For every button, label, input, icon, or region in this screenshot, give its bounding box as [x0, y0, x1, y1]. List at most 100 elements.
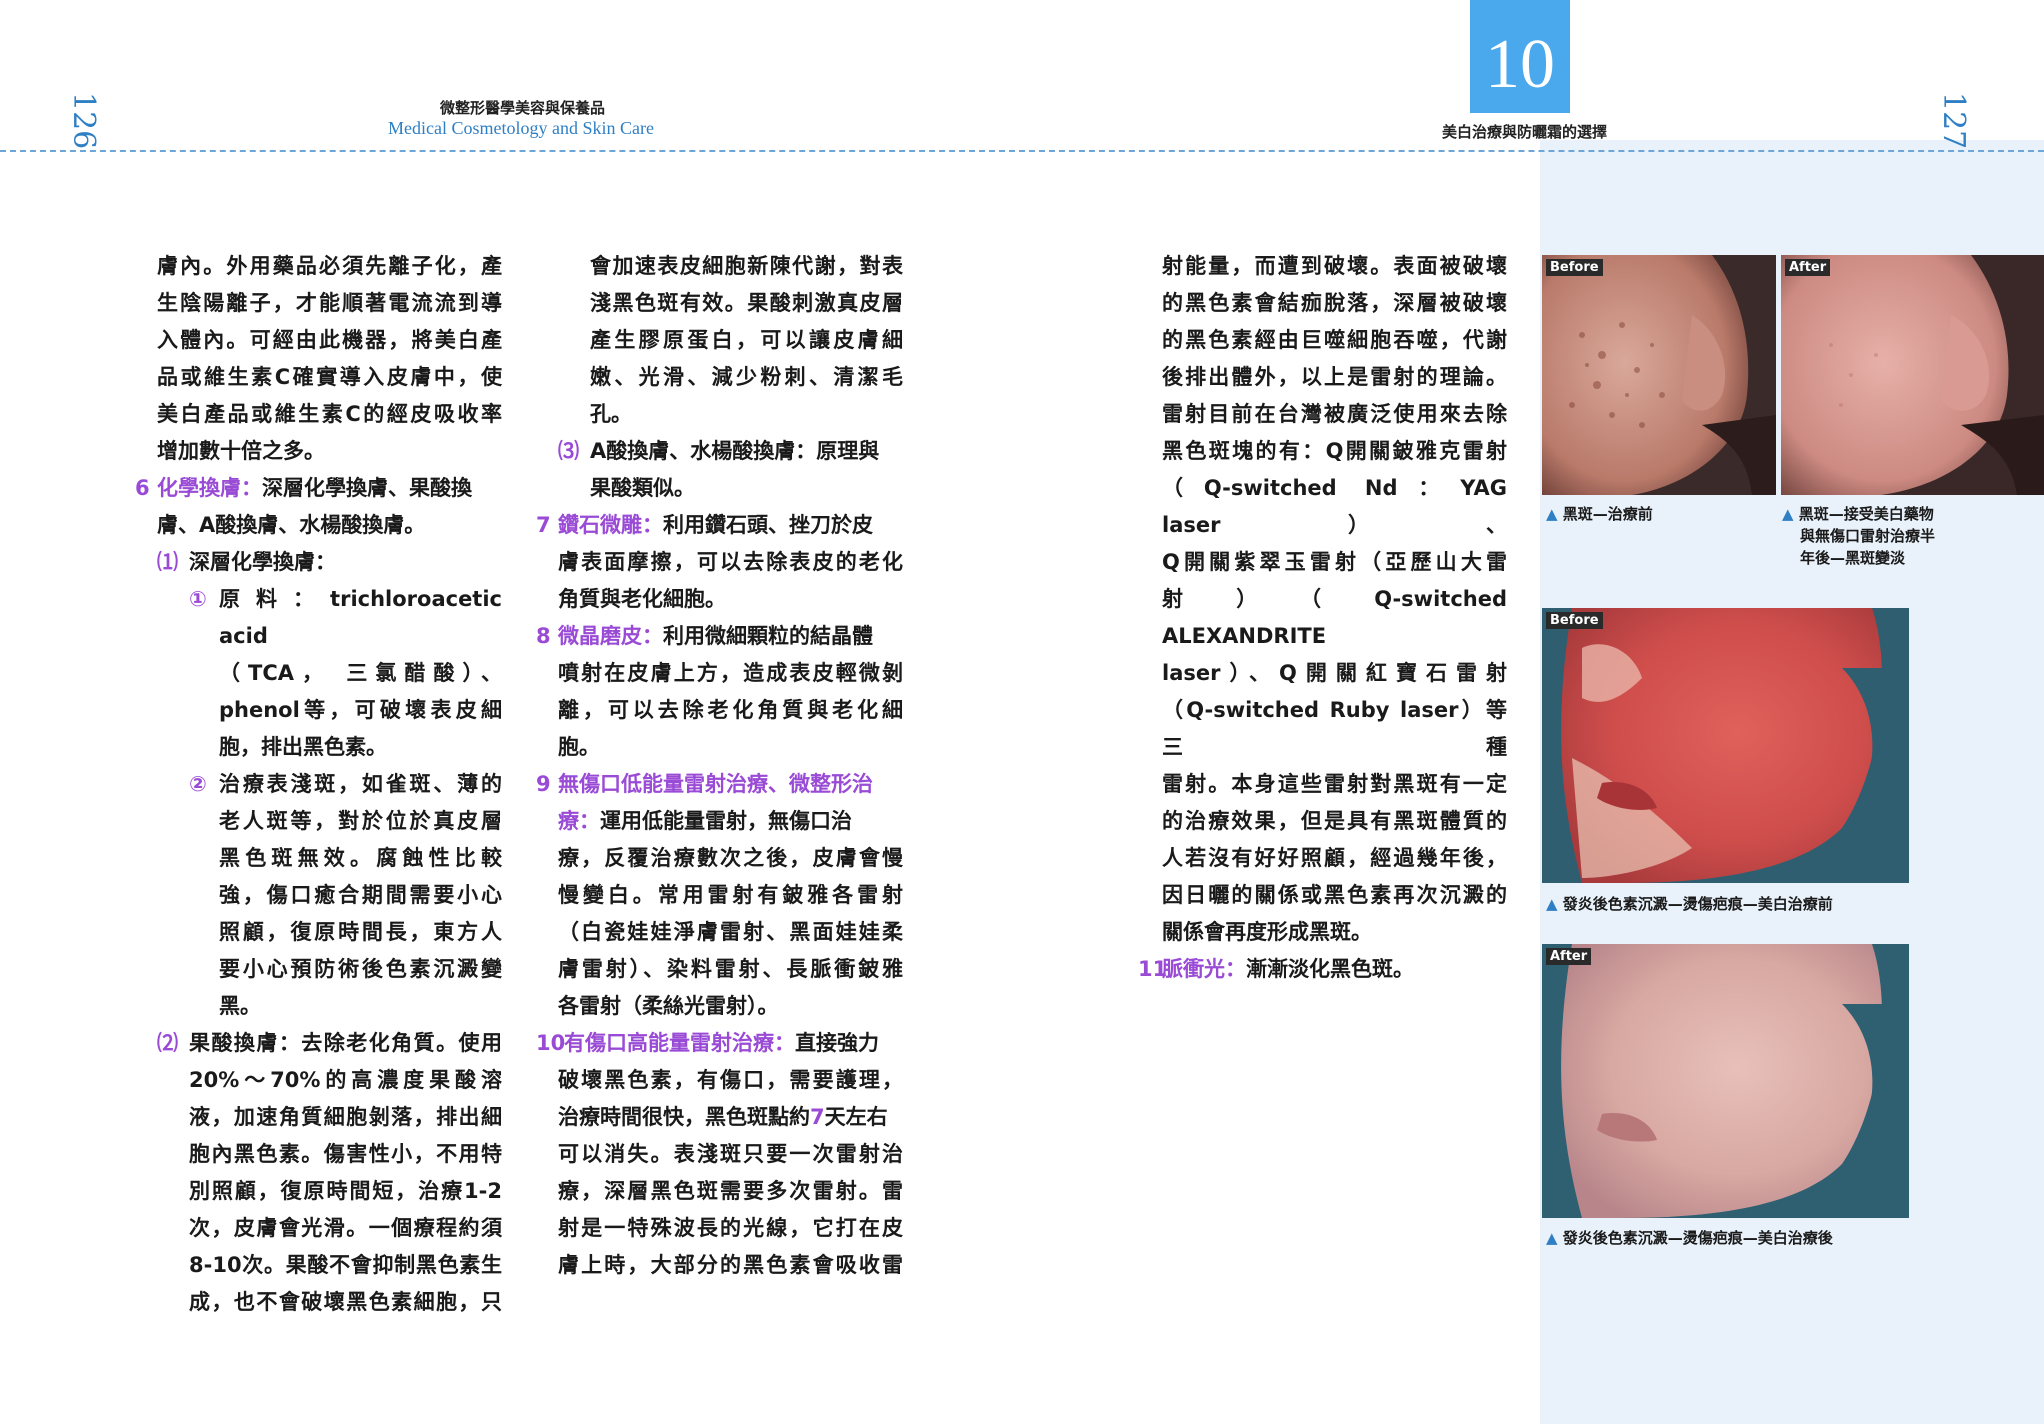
text-column-2: 會加速表皮細胞新陳代謝，對表 淺黑色斑有效。果酸刺激真皮層 產生膠原蛋白，可以讓…	[536, 248, 903, 1284]
section-text: 各雷射（柔絲光雷射）。	[558, 994, 779, 1018]
intro-line: 入體內。可經由此機器，將美白產	[157, 328, 502, 352]
text-line: Q開關紫翠玉雷射（亞歷山大雷	[1162, 550, 1507, 574]
circled-marker: ①	[189, 587, 207, 611]
text-line: （Q-switched Nd：YAG laser）、	[1162, 476, 1507, 537]
subitem-text: 果酸類似。	[590, 476, 695, 500]
text-line: 的治療效果，但是具有黑斑體質的	[1162, 809, 1507, 833]
section-text: 療，反覆治療數次之後，皮膚會慢	[558, 846, 903, 870]
text-line: 嫩、光滑、減少粉刺、清潔毛	[590, 365, 903, 389]
caption-triangle-icon: ▲	[1782, 505, 1794, 523]
text-line: laser）、Q開關紅寶石雷射	[1162, 661, 1507, 685]
text-column-3: 射能量，而遭到破壞。表面被破壞 的黑色素會結痂脫落，深層被破壞 的黑色素經由巨噬…	[1138, 248, 1507, 988]
section-number: 8	[536, 624, 551, 648]
circled-text: 強，傷口癒合期間需要小心	[219, 883, 502, 907]
subitem-marker: ⑴	[157, 550, 178, 574]
intro-line: 生陰陽離子，才能順著電流流到導	[157, 291, 502, 315]
subitem-text: 深層化學換膚：	[189, 550, 336, 574]
text-line: 雷射目前在台灣被廣泛使用來去除	[1162, 402, 1507, 426]
subitem-2: ⑵ 果酸換膚：去除老化角質。使用 20%～70%的高濃度果酸溶 液，加速角質細胞…	[157, 1025, 502, 1321]
text-line: 後排出體外，以上是雷射的理論。	[1162, 365, 1507, 389]
intro-line: 增加數十倍之多。	[157, 439, 325, 463]
section-7: 7 鑽石微雕：利用鑽石頭、挫刀於皮 膚表面摩擦，可以去除表皮的老化 角質與老化細…	[536, 507, 903, 618]
subitem-text: A酸換膚、水楊酸換膚：原理與	[590, 439, 880, 463]
section-heading: 療：	[558, 809, 600, 833]
section-text: 膚表面摩擦，可以去除表皮的老化	[558, 550, 903, 574]
face-photo-image	[1542, 944, 1909, 1218]
subitem-text: 液，加速角質細胞剝落，排出細	[189, 1105, 502, 1129]
section-text: 射是一特殊波長的光線，它打在皮	[558, 1216, 903, 1240]
face-photo-image	[1542, 608, 1909, 883]
photo-melasma-before: Before	[1542, 255, 1776, 495]
section-text: 膚、A酸換膚、水楊酸換膚。	[157, 513, 426, 537]
text-line: 的黑色素經由巨噬細胞吞噬，代謝	[1162, 328, 1507, 352]
after-tag: After	[1785, 259, 1831, 276]
text-line: （Q-switched Ruby laser）等三種	[1162, 698, 1507, 759]
section-text: 膚上時，大部分的黑色素會吸收雷	[558, 1253, 903, 1277]
circled-text: 治療表淺斑，如雀斑、薄的	[219, 772, 502, 796]
circled-item-1: ① 原料：trichloroacetic acid （TCA， 三氯醋酸）、 p…	[157, 581, 502, 766]
circled-item-2: ② 治療表淺斑，如雀斑、薄的 老人斑等，對於位於真皮層 黑色斑無效。腐蝕性比較 …	[157, 766, 502, 1025]
text-line: 人若沒有好好照顧，經過幾年後，	[1162, 846, 1507, 870]
section-text: 離，可以去除老化角質與老化細	[558, 698, 903, 722]
subitem-text: 果酸換膚：去除老化角質。使用	[189, 1031, 502, 1055]
text-line: 射能量，而遭到破壞。表面被破壞	[1162, 254, 1507, 278]
text-line: 雷射。本身這些雷射對黑斑有一定	[1162, 772, 1507, 796]
before-tag: Before	[1546, 259, 1603, 276]
intro-line: 品或維生素C確實導入皮膚中，使	[157, 365, 502, 389]
book-title-en: Medical Cosmetology and Skin Care	[388, 118, 654, 138]
text-line: 產生膠原蛋白，可以讓皮膚細	[590, 328, 903, 352]
caption-triangle-icon: ▲	[1546, 895, 1558, 913]
chapter-number-badge: 10	[1470, 0, 1570, 113]
circled-marker: ②	[189, 772, 207, 796]
text-line: 射）（Q-switched ALEXANDRITE	[1162, 587, 1507, 648]
circled-text: phenol等，可破壞表皮細	[219, 698, 502, 722]
text-column-1: 膚內。外用藥品必須先離子化，產 生陰陽離子，才能順著電流流到導 入體內。可經由此…	[135, 248, 502, 1321]
section-number: 6	[135, 476, 150, 500]
section-text: 深層化學換膚、果酸換	[262, 476, 472, 500]
text-line: 會加速表皮細胞新陳代謝，對表	[590, 254, 903, 278]
caption-scar-after: ▲ 發炎後色素沉澱—燙傷疤痕—美白治療後	[1546, 1227, 1833, 1249]
photo-scar-after: After	[1542, 944, 1909, 1218]
section-heading: 脈衝光：	[1162, 957, 1246, 981]
section-text: 治療時間很快，黑色斑點約	[558, 1105, 810, 1129]
intro-line: 美白產品或維生素C的經皮吸收率	[157, 402, 502, 426]
section-heading: 無傷口低能量雷射治療、微整形治	[558, 772, 873, 796]
photo-melasma-after: After	[1781, 255, 2044, 495]
section-text: 可以消失。表淺斑只要一次雷射治	[558, 1142, 903, 1166]
text-line: 黑色斑塊的有：Q開關鈹雅克雷射	[1162, 439, 1507, 463]
caption-melasma-before: ▲ 黑斑—治療前	[1546, 503, 1653, 525]
circled-text: 照顧，復原時間長，東方人	[219, 920, 502, 944]
section-9: 9 無傷口低能量雷射治療、微整形治 療：運用低能量雷射，無傷口治 療，反覆治療數…	[536, 766, 903, 1025]
section-8: 8 微晶磨皮：利用微細顆粒的結晶體 噴射在皮膚上方，造成表皮輕微剝 離，可以去除…	[536, 618, 903, 766]
section-text: 直接強力	[795, 1031, 879, 1055]
face-photo-image	[1781, 255, 2044, 495]
left-page-number: 126	[66, 92, 101, 150]
circled-text: 原料：trichloroacetic acid	[219, 587, 502, 648]
header-divider	[0, 150, 2044, 152]
section-text: 利用鑽石頭、挫刀於皮	[663, 513, 873, 537]
section-number: 10	[536, 1031, 566, 1055]
section-text: 慢變白。常用雷射有鈹雅各雷射	[558, 883, 903, 907]
section-heading: 有傷口高能量雷射治療：	[564, 1031, 795, 1055]
circled-text: 要小心預防術後色素沉澱變	[219, 957, 502, 981]
section-text: 運用低能量雷射，無傷口治	[600, 809, 852, 833]
section-11: 11 脈衝光：漸漸淡化黑色斑。	[1138, 951, 1507, 988]
text-line: 孔。	[590, 402, 632, 426]
highlight-number: 7	[810, 1105, 825, 1129]
section-number: 7	[536, 513, 551, 537]
subitem-text: 8-10次。果酸不會抑制黑色素生	[189, 1253, 502, 1277]
section-text: 療，深層黑色斑需要多次雷射。雷	[558, 1179, 903, 1203]
text-line: 關係會再度形成黑斑。	[1162, 920, 1372, 944]
continued-text: 會加速表皮細胞新陳代謝，對表 淺黑色斑有效。果酸刺激真皮層 產生膠原蛋白，可以讓…	[558, 248, 903, 433]
book-title-cn: 微整形醫學美容與保養品	[440, 99, 606, 117]
circled-text: （TCA， 三氯醋酸）、	[219, 661, 502, 685]
section-10: 10 有傷口高能量雷射治療：直接強力 破壞黑色素，有傷口，需要護理， 治療時間很…	[536, 1025, 903, 1284]
section-text: 天左右	[824, 1105, 888, 1129]
subitem-marker: ⑵	[157, 1031, 178, 1055]
circled-text: 黑色斑無效。腐蝕性比較	[219, 846, 502, 870]
subitem-text: 次，皮膚會光滑。一個療程約須	[189, 1216, 502, 1240]
caption-scar-before: ▲ 發炎後色素沉澱—燙傷疤痕—美白治療前	[1546, 893, 1833, 915]
circled-text: 老人斑等，對於位於真皮層	[219, 809, 502, 833]
caption-text: 發炎後色素沉澱—燙傷疤痕—美白治療後	[1562, 1229, 1833, 1247]
subitem-1: ⑴ 深層化學換膚：	[157, 544, 502, 581]
